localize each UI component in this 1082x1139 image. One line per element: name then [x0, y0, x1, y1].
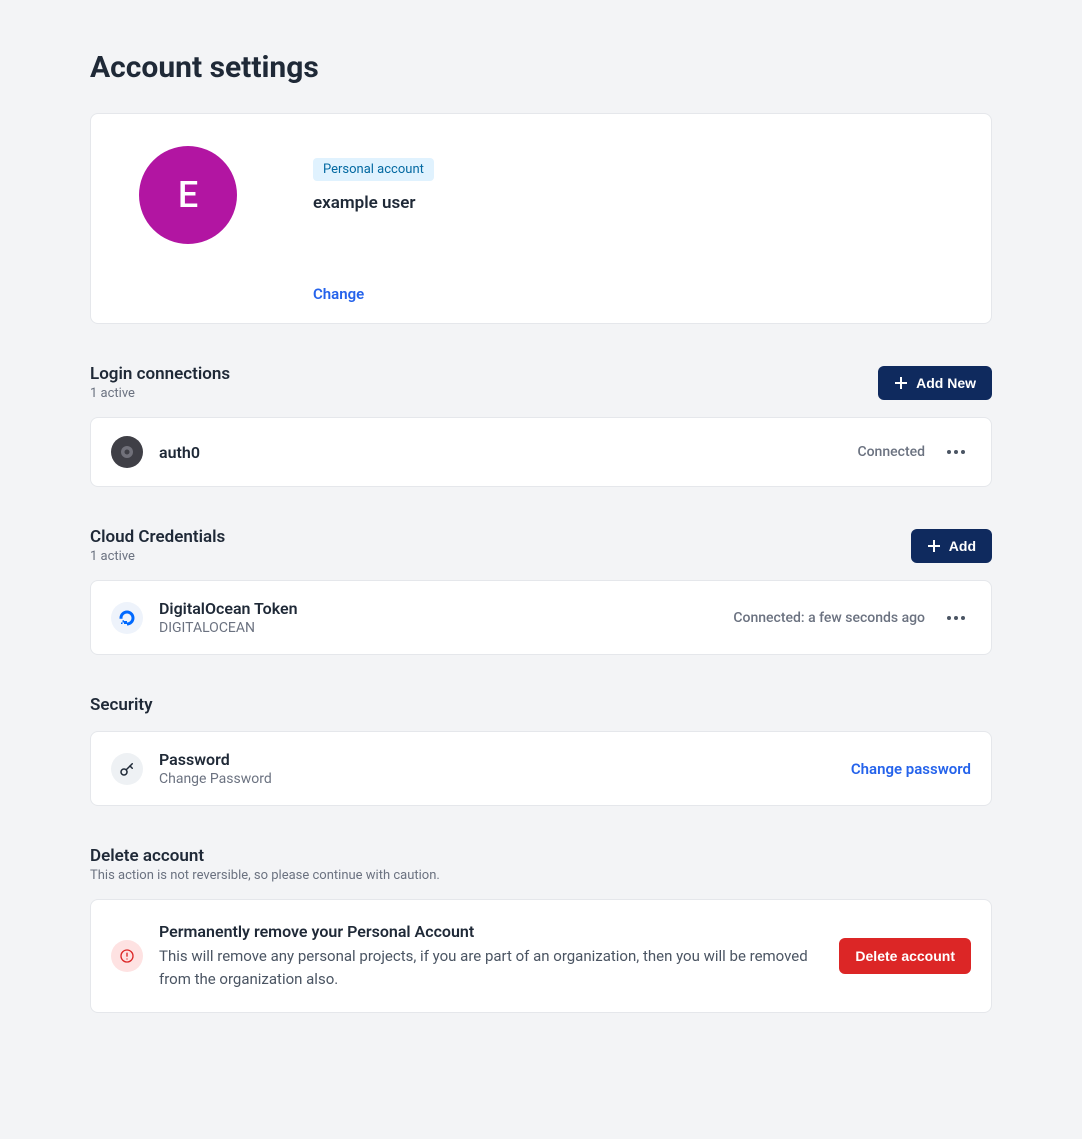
- login-connection-status: Connected: [857, 444, 925, 460]
- password-title: Password: [159, 750, 835, 769]
- cloud-credential-status: Connected: a few seconds ago: [733, 610, 925, 626]
- change-password-link[interactable]: Change password: [851, 760, 971, 778]
- delete-warning-title: Permanently remove your Personal Account: [159, 922, 823, 941]
- avatar: E: [139, 146, 237, 244]
- avatar-initial: E: [178, 174, 198, 216]
- digitalocean-icon: [111, 602, 143, 634]
- plus-icon: [927, 539, 941, 553]
- password-subtitle: Change Password: [159, 771, 835, 787]
- delete-account-card: Permanently remove your Personal Account…: [90, 899, 992, 1013]
- page-title: Account settings: [90, 50, 992, 85]
- cloud-credential-name: DigitalOcean Token: [159, 599, 717, 618]
- cloud-credential-item: DigitalOcean Token DIGITALOCEAN Connecte…: [90, 580, 992, 655]
- profile-card: E Personal account example user Change: [90, 113, 992, 324]
- login-connections-header: Login connections 1 active Add New: [90, 364, 992, 401]
- login-connection-item: auth0 Connected: [90, 417, 992, 487]
- delete-account-subtitle: This action is not reversible, so please…: [90, 868, 992, 883]
- delete-account-header: Delete account This action is not revers…: [90, 846, 992, 883]
- security-title: Security: [90, 695, 153, 715]
- add-login-connection-button[interactable]: Add New: [878, 366, 992, 400]
- cloud-credential-provider: DIGITALOCEAN: [159, 620, 717, 636]
- account-type-badge: Personal account: [313, 158, 434, 181]
- alert-icon: [111, 940, 143, 972]
- security-header: Security: [90, 695, 992, 715]
- login-connections-count: 1 active: [90, 386, 230, 401]
- cloud-credentials-header: Cloud Credentials 1 active Add: [90, 527, 992, 564]
- key-icon: [111, 753, 143, 785]
- dots-icon: [947, 450, 951, 454]
- add-cloud-credential-label: Add: [949, 538, 976, 554]
- auth0-icon: [111, 436, 143, 468]
- cloud-credentials-title: Cloud Credentials: [90, 527, 225, 547]
- security-password-item: Password Change Password Change password: [90, 731, 992, 806]
- delete-warning-description: This will remove any personal projects, …: [159, 945, 823, 990]
- login-connection-more-button[interactable]: [941, 444, 971, 460]
- add-login-connection-label: Add New: [916, 375, 976, 391]
- cloud-credentials-count: 1 active: [90, 549, 225, 564]
- change-profile-link[interactable]: Change: [313, 285, 364, 303]
- delete-account-button[interactable]: Delete account: [839, 938, 971, 974]
- delete-account-title: Delete account: [90, 846, 992, 866]
- add-cloud-credential-button[interactable]: Add: [911, 529, 992, 563]
- dots-icon: [947, 616, 951, 620]
- username: example user: [313, 193, 959, 213]
- cloud-credential-more-button[interactable]: [941, 610, 971, 626]
- login-connection-name: auth0: [159, 443, 841, 462]
- login-connections-title: Login connections: [90, 364, 230, 384]
- plus-icon: [894, 376, 908, 390]
